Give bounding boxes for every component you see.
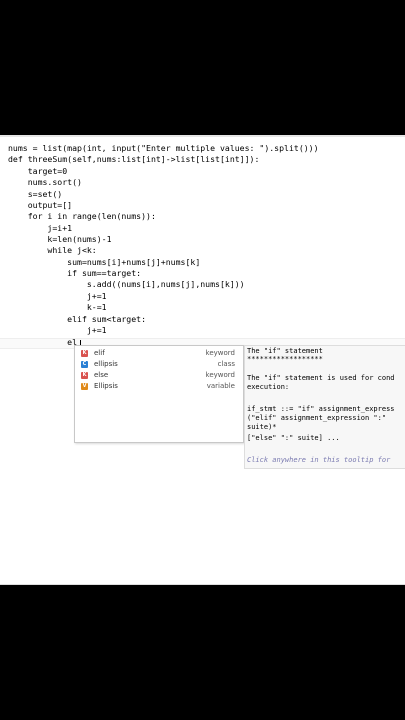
code-line-7-text: for i in range(len(nums)): bbox=[8, 211, 156, 221]
editor-bottom-border bbox=[0, 584, 405, 585]
completion-type: class bbox=[217, 360, 235, 368]
tooltip-description-2: execution: bbox=[247, 383, 290, 391]
code-line-13[interactable]: s.add((nums[i],nums[j],nums[k])) bbox=[8, 279, 245, 290]
code-line-1-text: nums = list(map(int, input("Enter multip… bbox=[8, 143, 319, 153]
code-line-13-text: s.add((nums[i],nums[j],nums[k])) bbox=[8, 279, 245, 289]
keyword-icon: K bbox=[81, 372, 88, 379]
completion-label: else bbox=[94, 371, 109, 379]
class-icon: C bbox=[81, 361, 88, 368]
code-line-17[interactable]: j+=1 bbox=[8, 325, 107, 336]
code-line-12-text: if sum==target: bbox=[8, 268, 142, 278]
tooltip-grammar-4: ["else" ":" suite] ... bbox=[247, 434, 340, 442]
code-line-18-text: el bbox=[8, 337, 78, 347]
completion-type: keyword bbox=[205, 371, 235, 379]
doc-tooltip[interactable]: The "if" statement ****************** Th… bbox=[244, 345, 405, 469]
tooltip-hint[interactable]: Click anywhere in this tooltip for bbox=[247, 456, 390, 465]
tooltip-grammar-1: if_stmt ::= "if" assignment_express bbox=[247, 405, 395, 413]
editor-top-border bbox=[0, 135, 405, 137]
completion-item-Ellipsis[interactable]: V Ellipsis variable bbox=[77, 381, 239, 392]
code-line-6-text: output=[] bbox=[8, 200, 73, 210]
tooltip-description: The "if" statement is used for cond bbox=[247, 374, 395, 382]
code-line-4[interactable]: nums.sort() bbox=[8, 177, 82, 188]
code-line-3[interactable]: target=0 bbox=[8, 166, 67, 177]
completion-label: elif bbox=[94, 349, 105, 357]
completion-item-ellipsis[interactable]: C ellipsis class bbox=[77, 359, 239, 370]
completion-item-else[interactable]: K else keyword bbox=[77, 370, 239, 381]
code-line-8-text: j=i+1 bbox=[8, 223, 73, 233]
code-line-8[interactable]: j=i+1 bbox=[8, 223, 72, 234]
code-line-9[interactable]: k=len(nums)-1 bbox=[8, 234, 112, 245]
completion-label: Ellipsis bbox=[94, 382, 118, 390]
code-line-7[interactable]: for i in range(len(nums)): bbox=[8, 211, 156, 222]
code-line-10-text: while j<k: bbox=[8, 245, 97, 255]
variable-icon: V bbox=[81, 383, 88, 390]
code-line-14-text: j+=1 bbox=[8, 291, 107, 301]
code-line-11[interactable]: sum=nums[i]+nums[j]+nums[k] bbox=[8, 257, 200, 268]
code-line-6[interactable]: output=[] bbox=[8, 200, 72, 211]
code-line-3-text: target=0 bbox=[8, 166, 68, 176]
code-line-5[interactable]: s=set() bbox=[8, 189, 63, 200]
code-line-15[interactable]: k-=1 bbox=[8, 302, 107, 313]
code-line-10[interactable]: while j<k: bbox=[8, 245, 97, 256]
code-line-14[interactable]: j+=1 bbox=[8, 291, 107, 302]
code-line-17-text: j+=1 bbox=[8, 325, 107, 335]
completion-item-elif[interactable]: K elif keyword bbox=[77, 348, 239, 359]
code-line-12[interactable]: if sum==target: bbox=[8, 268, 141, 279]
code-line-11-text: sum=nums[i]+nums[j]+nums[k] bbox=[8, 257, 201, 267]
tooltip-grammar-3: suite)* bbox=[247, 423, 277, 431]
completion-type: variable bbox=[206, 382, 235, 390]
completion-type: keyword bbox=[205, 349, 235, 357]
tooltip-rule: ****************** bbox=[247, 355, 323, 363]
code-line-9-text: k=len(nums)-1 bbox=[8, 234, 112, 244]
code-line-2-text: def threeSum(self,nums:list[int]->list[l… bbox=[8, 154, 260, 164]
code-line-2[interactable]: def threeSum(self,nums:list[int]->list[l… bbox=[8, 154, 259, 165]
code-line-16-text: elif sum<target: bbox=[8, 314, 147, 324]
code-line-4-text: nums.sort() bbox=[8, 177, 82, 187]
keyword-icon: K bbox=[81, 350, 88, 357]
tooltip-grammar-2: ("elif" assignment_expression ":" bbox=[247, 414, 387, 422]
code-editor[interactable]: nums = list(map(int, input("Enter multip… bbox=[0, 135, 405, 585]
code-line-18[interactable]: el bbox=[8, 337, 77, 348]
completion-label: ellipsis bbox=[94, 360, 118, 368]
code-line-15-text: k-=1 bbox=[8, 302, 107, 312]
autocomplete-popup[interactable]: K elif keyword C ellipsis class K else k… bbox=[74, 345, 244, 443]
code-line-16[interactable]: elif sum<target: bbox=[8, 314, 146, 325]
code-line-1[interactable]: nums = list(map(int, input("Enter multip… bbox=[8, 143, 319, 154]
code-line-5-text: s=set() bbox=[8, 189, 63, 199]
